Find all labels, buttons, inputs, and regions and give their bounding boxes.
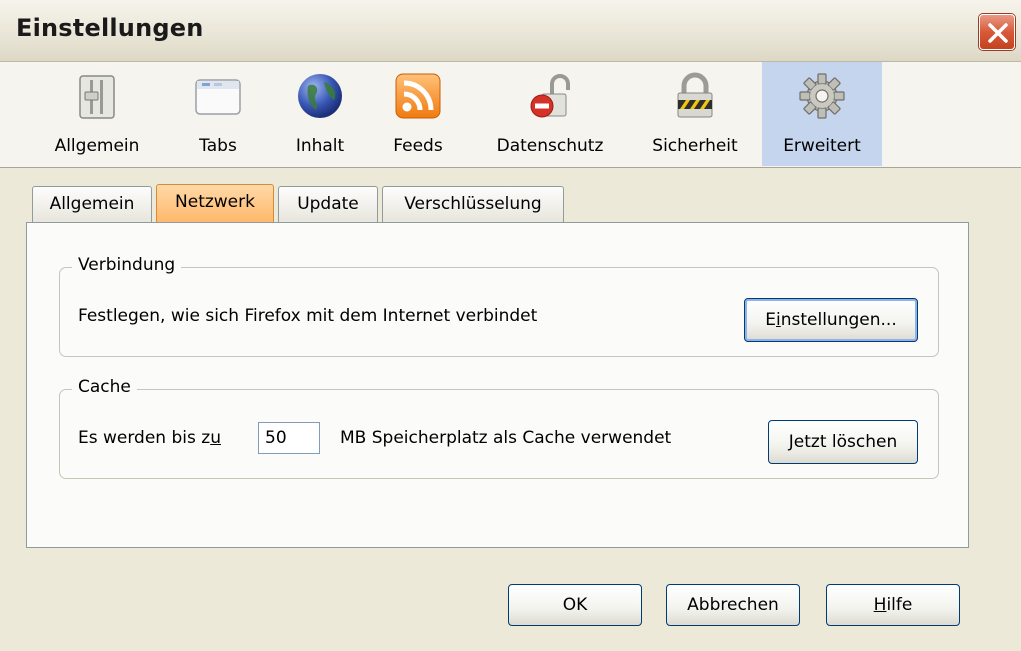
toolbar-item-inhalt[interactable]: Inhalt [270, 62, 370, 166]
button-accelerator: H [873, 595, 887, 615]
connection-group-title: Verbindung [72, 255, 182, 275]
button-label-part: ilfe [886, 595, 913, 615]
toolbar-item-allgemein[interactable]: Allgemein [40, 62, 154, 166]
privacy-lock-icon [530, 74, 570, 118]
toolbar-item-tabs[interactable]: Tabs [168, 62, 268, 166]
padlock-icon [677, 72, 713, 118]
toolbar-item-datenschutz[interactable]: Datenschutz [476, 62, 624, 166]
tabs-window-icon [195, 79, 241, 115]
toolbar-label: Erweitert [783, 136, 861, 156]
general-switch-icon [79, 75, 115, 119]
connection-settings-button[interactable]: Einstellungen... [744, 298, 918, 342]
globe-icon [298, 74, 342, 118]
toolbar-item-erweitert[interactable]: Erweitert [762, 62, 882, 166]
toolbar-label: Sicherheit [652, 136, 738, 156]
cache-text-before: Es werden bis zu [78, 428, 221, 448]
close-icon [988, 23, 1008, 43]
network-panel: Verbindung Festlegen, wie sich Firefox m… [26, 222, 969, 548]
cache-text-part: Es werden bis z [78, 428, 211, 448]
preferences-toolbar: Allgemein Tabs Inhalt Feeds Datenschutz … [0, 62, 1021, 168]
toolbar-label: Datenschutz [496, 136, 604, 156]
title-bar: Einstellungen [0, 0, 1021, 62]
cancel-button[interactable]: Abbrechen [666, 584, 800, 626]
cache-size-input[interactable] [258, 422, 320, 454]
tab-update[interactable]: Update [278, 186, 378, 222]
cache-text-accelerator: u [210, 428, 221, 448]
cache-group: Cache Es werden bis zu MB Speicherplatz … [59, 377, 939, 479]
toolbar-label: Allgemein [54, 136, 140, 156]
cache-group-title: Cache [72, 377, 137, 397]
tab-allgemein[interactable]: Allgemein [32, 186, 152, 222]
ok-button[interactable]: OK [508, 584, 642, 626]
toolbar-label: Inhalt [295, 136, 345, 156]
gear-icon [799, 73, 845, 119]
button-label-part: E [765, 310, 776, 330]
close-button[interactable] [979, 14, 1015, 50]
connection-description: Festlegen, wie sich Firefox mit dem Inte… [78, 306, 538, 326]
toolbar-item-sicherheit[interactable]: Sicherheit [636, 62, 754, 166]
help-button[interactable]: Hilfe [826, 584, 960, 626]
cache-text-after: MB Speicherplatz als Cache verwendet [340, 428, 672, 448]
tab-verschluesselung[interactable]: Verschlüsselung [382, 186, 564, 222]
clear-cache-button[interactable]: Jetzt löschen [768, 420, 918, 464]
toolbar-label: Tabs [199, 136, 237, 156]
toolbar-label: Feeds [393, 136, 443, 156]
button-label-part: nstellungen... [780, 310, 897, 330]
connection-group: Verbindung Festlegen, wie sich Firefox m… [59, 255, 939, 357]
window-title: Einstellungen [16, 14, 204, 42]
tab-netzwerk[interactable]: Netzwerk [156, 184, 274, 222]
toolbar-item-feeds[interactable]: Feeds [372, 62, 464, 166]
rss-feed-icon [395, 73, 441, 119]
